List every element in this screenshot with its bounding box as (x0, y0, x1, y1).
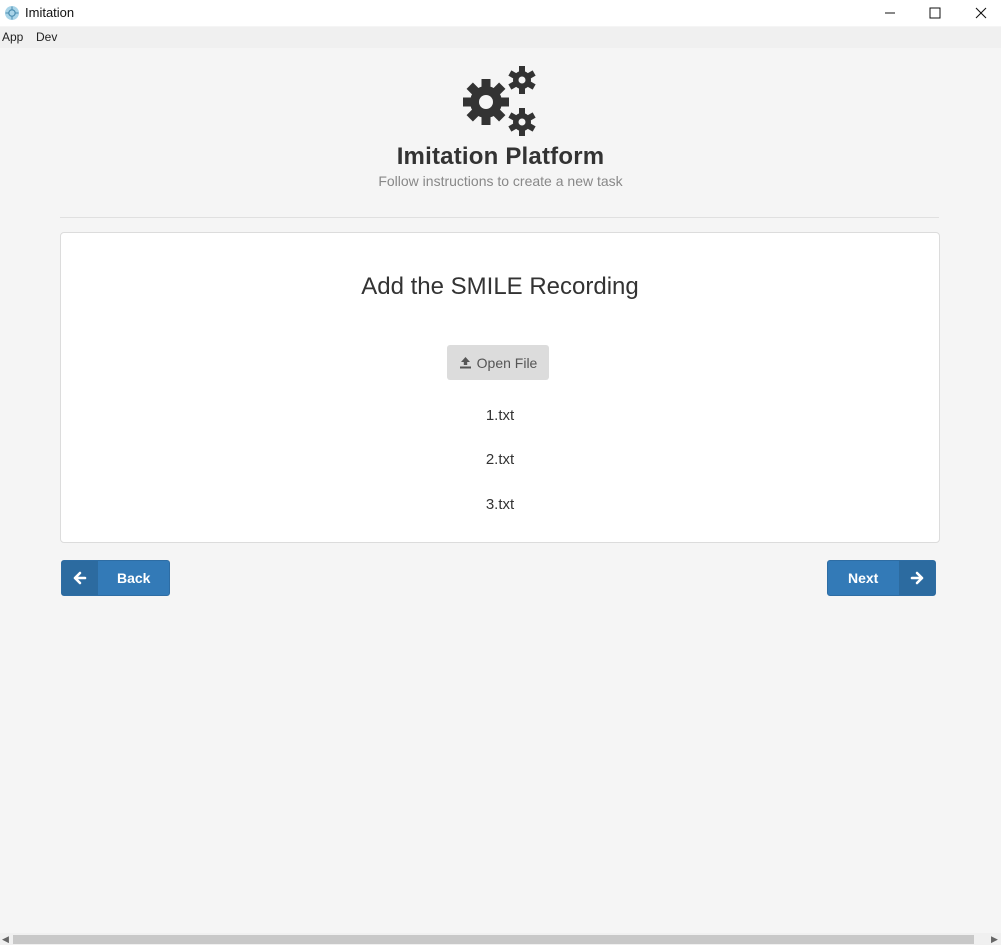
maximize-button[interactable] (912, 0, 958, 26)
app-logo-icon (5, 6, 19, 20)
scrollbar-thumb[interactable] (13, 935, 974, 944)
header-divider (60, 217, 939, 218)
minimize-button[interactable] (867, 0, 913, 26)
back-button[interactable]: Back (61, 560, 170, 596)
card-title: Add the SMILE Recording (361, 273, 639, 300)
minimize-icon (885, 12, 895, 14)
page-subtitle: Follow instructions to create a new task (378, 173, 623, 189)
next-button[interactable]: Next (827, 560, 936, 596)
window-title: Imitation (25, 5, 75, 20)
gears-icon (463, 66, 536, 136)
recording-card: Add the SMILE Recording Open File 1.txt … (60, 232, 940, 543)
next-label: Next (848, 570, 879, 586)
open-file-button[interactable]: Open File (447, 345, 549, 380)
file-item: 3.txt (485, 496, 515, 513)
scroll-right-icon[interactable]: ▶ (991, 934, 998, 945)
file-item: 2.txt (485, 451, 515, 468)
open-file-label: Open File (476, 354, 538, 371)
menu-dev[interactable]: Dev (36, 30, 57, 44)
upload-icon (459, 357, 471, 369)
arrow-left-icon (62, 561, 98, 595)
scroll-left-icon[interactable]: ◀ (2, 934, 9, 945)
horizontal-scrollbar[interactable]: ◀ ▶ (0, 933, 1001, 945)
close-icon (975, 7, 987, 19)
maximize-icon (929, 7, 941, 19)
close-button[interactable] (958, 0, 1001, 26)
back-label: Back (117, 570, 151, 586)
arrow-right-icon (899, 561, 935, 595)
file-item: 1.txt (485, 407, 515, 424)
menu-app[interactable]: App (2, 30, 23, 44)
title-bar: Imitation (0, 0, 1001, 26)
menu-bar: App Dev (0, 27, 1001, 48)
page-title: Imitation Platform (396, 143, 605, 170)
